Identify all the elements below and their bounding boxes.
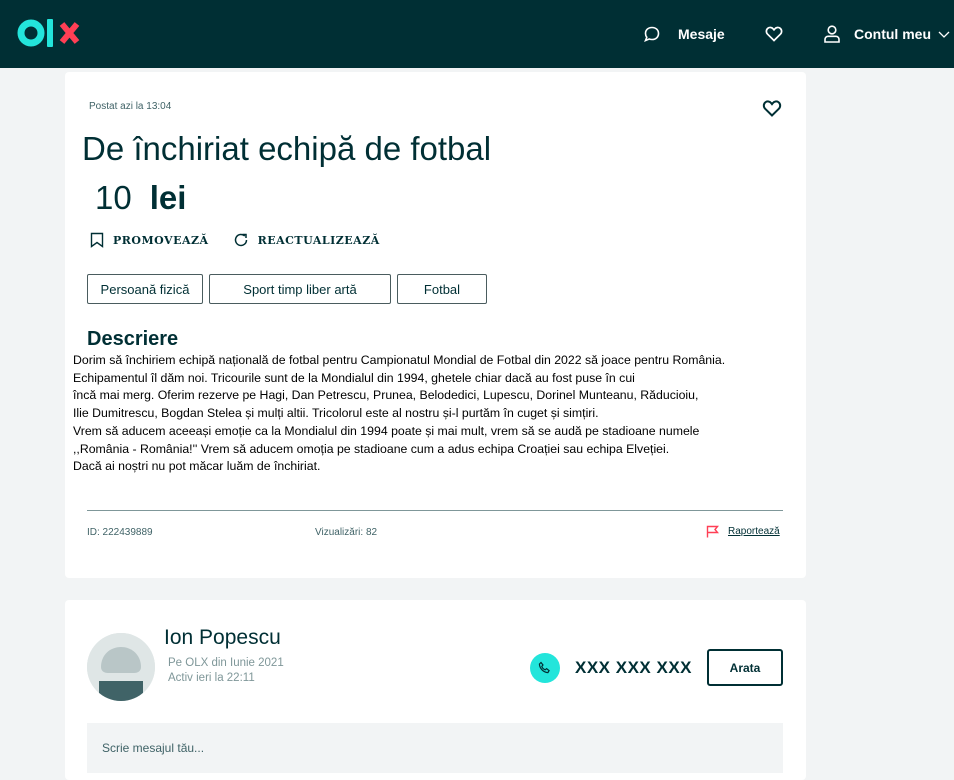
seller-card: Ion Popescu Pe OLX din Iunie 2021 Activ … [65, 600, 806, 780]
ad-details-card: Postat azi la 13:04 De închiriat echipă … [65, 72, 806, 578]
member-since: Pe OLX din Iunie 2021 [168, 657, 284, 669]
user-avatar-icon [87, 633, 155, 701]
tag-category[interactable]: Sport timp liber artă [209, 274, 391, 304]
phone-icon [530, 653, 560, 683]
description-line: încă mai merg. Oferim rezerve pe Hagi, D… [73, 388, 699, 403]
tag-private-person[interactable]: Persoană fizică [87, 274, 203, 304]
phone-number: XXX XXX XXX [575, 658, 692, 677]
description-line: Vrem să aducem aceeași emoție ca la Mond… [73, 423, 700, 438]
bookmark-icon [90, 232, 104, 248]
price-currency: lei [149, 179, 187, 216]
price-value: 10 [95, 179, 132, 216]
promote-label: PROMOVEAZĂ [113, 233, 209, 247]
divider [87, 510, 783, 511]
description-line: ,,România - România!'' Vrem să aducem om… [73, 441, 670, 456]
refresh-icon [234, 233, 247, 247]
avatar[interactable] [87, 633, 155, 701]
last-active: Activ ieri la 22:11 [168, 672, 255, 684]
chevron-down-icon [938, 31, 950, 38]
description-text: Dorim să închiriem echipă națională de f… [73, 352, 803, 476]
heart-icon [765, 26, 783, 42]
ad-price: 10 lei [95, 179, 186, 217]
description-heading: Descriere [87, 328, 179, 350]
refresh-button[interactable]: REACTUALIZEAZĂ [233, 232, 380, 248]
posted-date: Postat azi la 13:04 [89, 101, 172, 112]
favorites-link[interactable] [764, 0, 784, 68]
chat-bubble-icon [644, 26, 660, 42]
olx-logo[interactable] [17, 16, 89, 50]
view-count: Vizualizări: 82 [315, 527, 378, 538]
report-link[interactable]: Raportează [706, 525, 780, 538]
account-label: Contul meu [854, 26, 931, 42]
heart-icon[interactable] [761, 98, 783, 118]
account-menu[interactable]: Contul meu [822, 0, 951, 68]
messages-link[interactable]: Mesaje [642, 0, 725, 68]
top-navigation-bar: Mesaje Contul meu [0, 0, 954, 68]
seller-name[interactable]: Ion Popescu [164, 626, 281, 650]
seller-meta: Pe OLX din Iunie 2021 Activ ieri la 22:1… [168, 656, 284, 686]
description-line: Echipamentul îl dăm noi. Tricourile sunt… [73, 370, 635, 385]
show-phone-button[interactable]: Arata [707, 649, 783, 686]
message-input[interactable] [87, 723, 783, 773]
ad-id: ID: 222439889 [87, 527, 153, 538]
ad-tags: Persoană fizică Sport timp liber artă Fo… [87, 274, 493, 304]
ad-owner-actions: PROMOVEAZĂ REACTUALIZEAZĂ [90, 232, 404, 248]
promote-button[interactable]: PROMOVEAZĂ [90, 232, 209, 248]
messages-label: Mesaje [678, 26, 725, 42]
ad-title: De închiriat echipă de fotbal [82, 130, 492, 167]
description-line: Ilie Dumitrescu, Bogdan Stelea și mulți … [73, 406, 599, 421]
report-label: Raportează [728, 526, 780, 537]
description-line: Dacă ai noștri nu pot măcar luăm de înch… [73, 459, 321, 474]
description-line: Dorim să închiriem echipă națională de f… [73, 353, 726, 367]
user-icon [824, 25, 840, 43]
refresh-label: REACTUALIZEAZĂ [257, 233, 380, 247]
tag-subcategory[interactable]: Fotbal [397, 274, 487, 304]
flag-icon [706, 525, 719, 538]
